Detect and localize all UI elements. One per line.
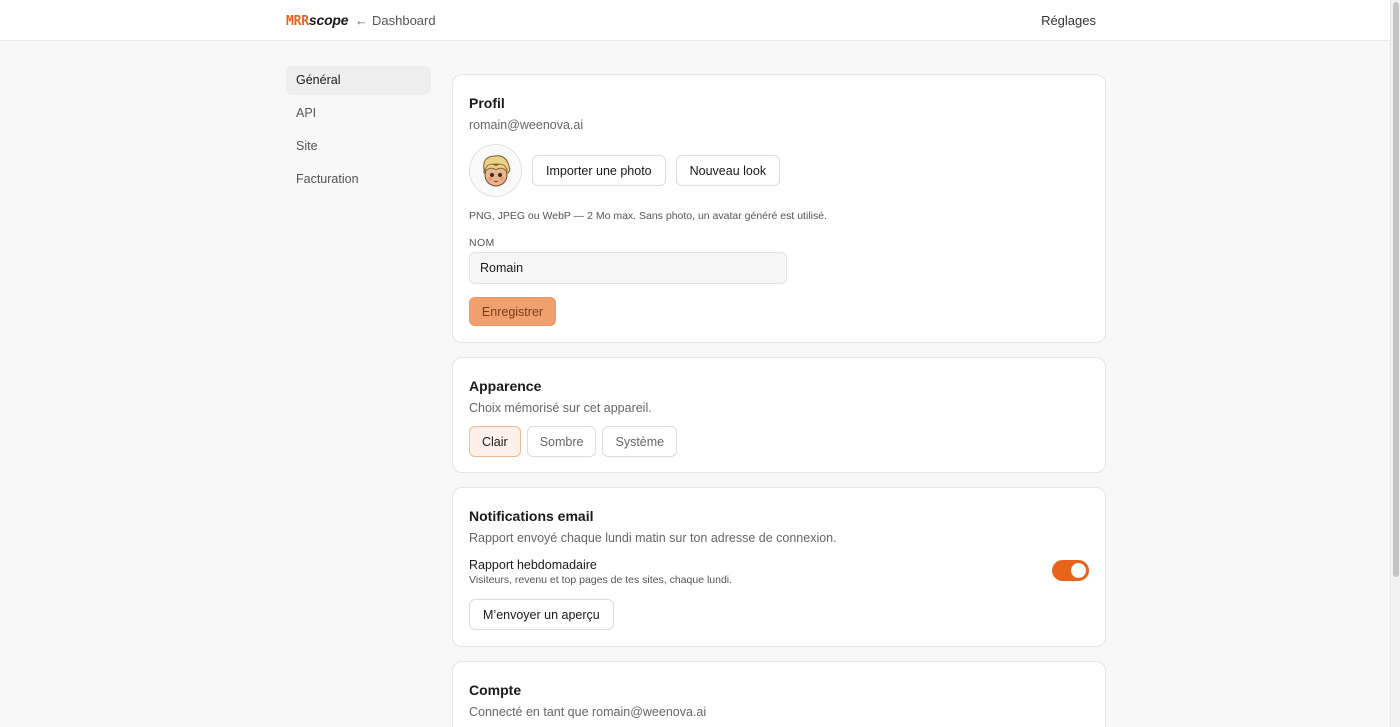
theme-selector: Clair Sombre Système [469, 426, 678, 457]
import-photo-button[interactable]: Importer une photo [532, 155, 666, 186]
theme-option-clair[interactable]: Clair [469, 426, 521, 457]
scrollbar[interactable] [1390, 0, 1400, 727]
logo-mrr: MRR [286, 14, 309, 29]
apparence-title: Apparence [469, 378, 542, 394]
name-input[interactable] [469, 252, 787, 284]
save-button[interactable]: Enregistrer [469, 297, 556, 326]
logo-scope: scope [308, 12, 349, 28]
weekly-report-toggle[interactable] [1052, 560, 1089, 581]
theme-option-systeme[interactable]: Système [602, 426, 678, 457]
weekly-report-description: Visiteurs, revenu et top pages de tes si… [469, 574, 733, 586]
notifications-subtitle: Rapport envoyé chaque lundi matin sur to… [469, 531, 837, 545]
send-preview-button[interactable]: M’envoyer un aperçu [469, 599, 614, 630]
apparence-card: Apparence Choix mémorisé sur cet apparei… [452, 357, 1106, 473]
page-title: Réglages [1041, 13, 1096, 28]
apparence-subtitle: Choix mémorisé sur cet appareil. [469, 401, 652, 415]
sidebar-item-api[interactable]: API [286, 99, 431, 128]
compte-title: Compte [469, 682, 522, 698]
profil-card: Profil romain@weenova.ai Importer une ph… [452, 74, 1106, 343]
arrow-left-icon: ← [355, 13, 368, 28]
logo[interactable]: MRRscope [286, 12, 349, 29]
sidebar-item-site[interactable]: Site [286, 132, 431, 161]
profil-title: Profil [469, 95, 505, 111]
compte-card: Compte Connecté en tant que romain@weeno… [452, 661, 1106, 727]
name-label: NOM [469, 237, 495, 249]
scrollbar-thumb[interactable] [1393, 2, 1399, 577]
sidebar-item-general[interactable]: Général [286, 66, 431, 95]
weekly-report-title: Rapport hebdomadaire [469, 558, 597, 572]
avatar [469, 144, 522, 197]
back-to-dashboard-link[interactable]: ← Dashboard [355, 13, 436, 28]
toggle-knob [1071, 563, 1086, 578]
theme-option-sombre[interactable]: Sombre [526, 426, 597, 457]
notifications-card: Notifications email Rapport envoyé chaqu… [452, 487, 1106, 647]
profil-email: romain@weenova.ai [469, 118, 584, 132]
compte-subtitle: Connecté en tant que romain@weenova.ai [469, 705, 707, 719]
notifications-title: Notifications email [469, 508, 594, 524]
avatar-illustration-icon [482, 154, 510, 186]
new-look-button[interactable]: Nouveau look [675, 155, 781, 186]
back-link-label: Dashboard [372, 13, 436, 28]
top-bar: MRRscope ← Dashboard Réglages [0, 0, 1390, 41]
sidebar-item-facturation[interactable]: Facturation [286, 165, 431, 194]
photo-hint: PNG, JPEG ou WebP — 2 Mo max. Sans photo… [469, 210, 827, 222]
settings-sidebar: Général API Site Facturation [286, 66, 431, 198]
